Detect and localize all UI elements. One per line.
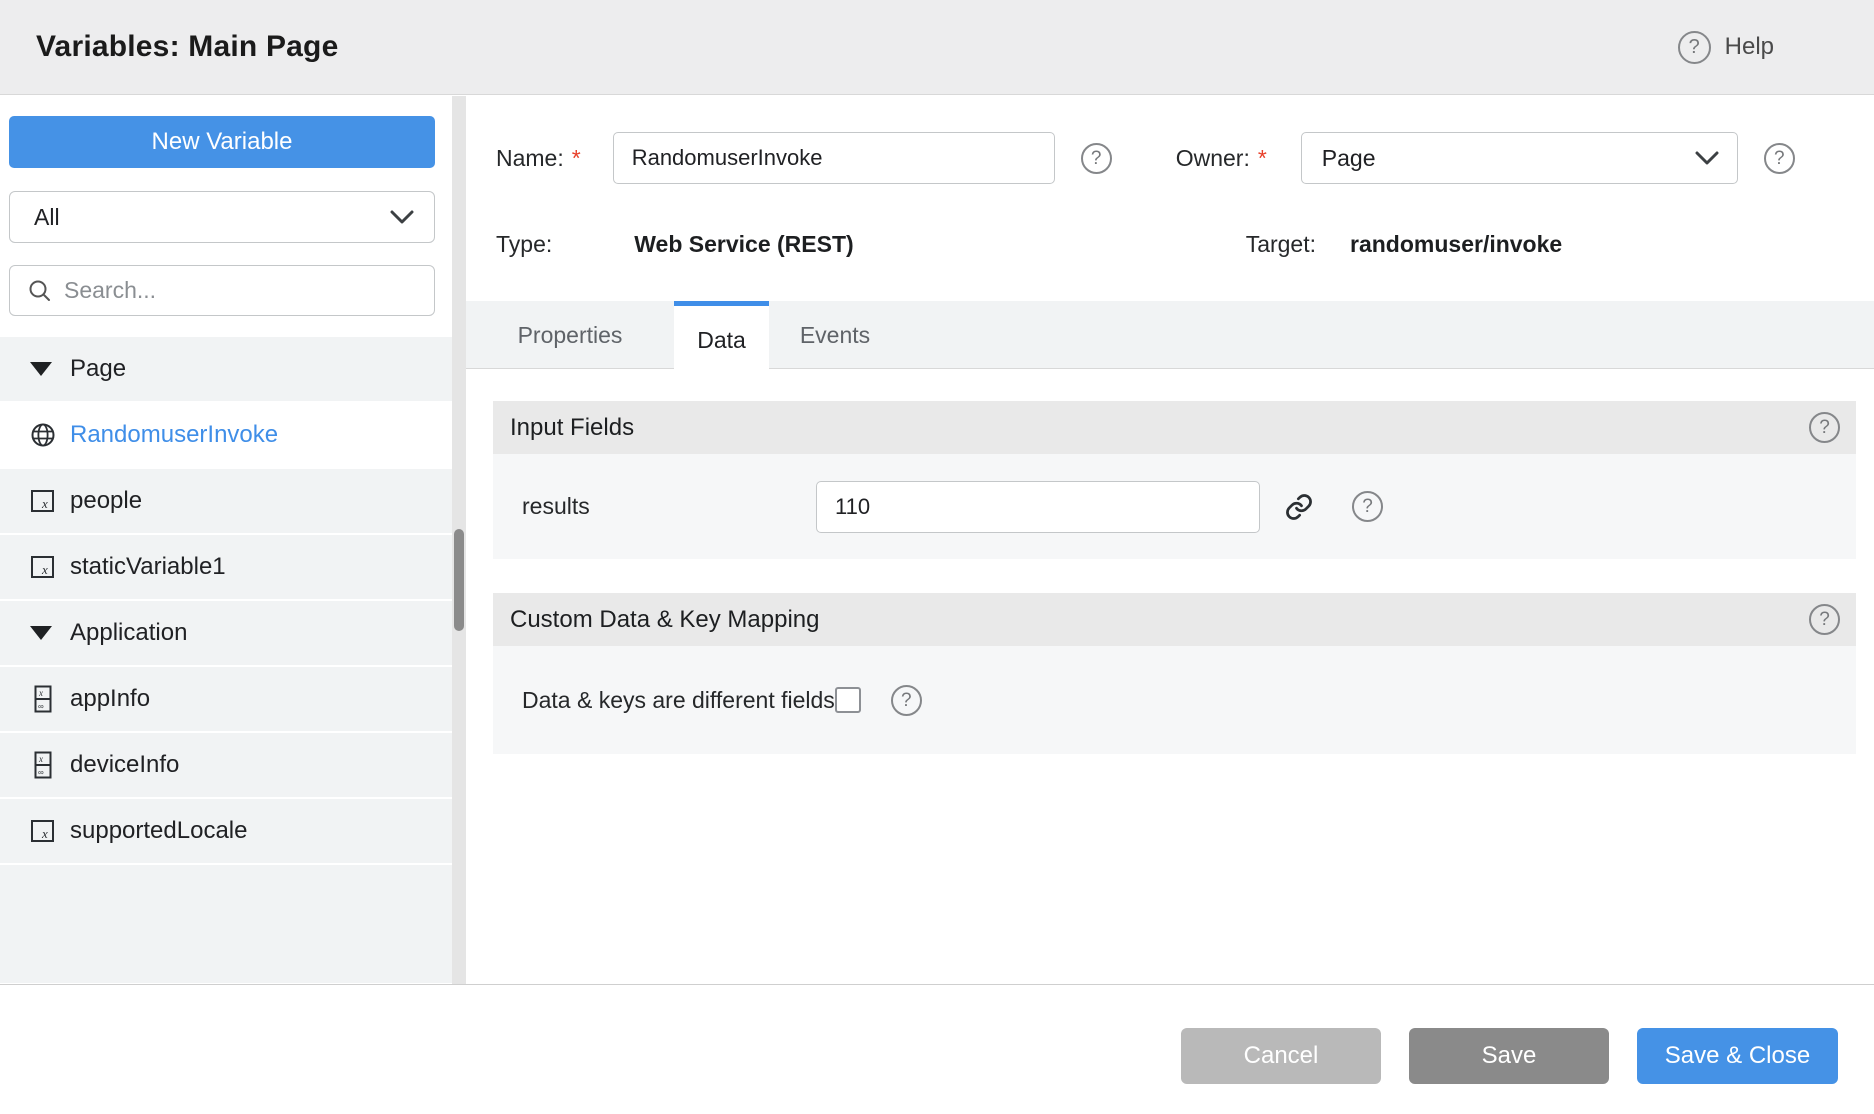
variable-list: Page RandomuserInvoke x people x staticV…: [0, 337, 452, 983]
variable-label: RandomuserInvoke: [70, 421, 279, 448]
variables-sidebar: New Variable All Page: [0, 96, 452, 984]
input-fields-help-icon[interactable]: ?: [1809, 412, 1840, 443]
save-button[interactable]: Save: [1409, 1028, 1609, 1084]
tab-properties[interactable]: Properties: [466, 301, 674, 369]
bind-link-icon[interactable]: [1284, 492, 1314, 522]
results-field-label: results: [522, 493, 590, 519]
custom-mapping-section: Custom Data & Key Mapping ? Data & keys …: [493, 593, 1856, 754]
dialog-footer: Cancel Save Save & Close: [0, 984, 1874, 1114]
system-variable-icon: x ∞: [34, 685, 52, 713]
sidebar-scrollbar-track[interactable]: [452, 96, 466, 984]
owner-value: Page: [1321, 144, 1376, 171]
system-variable-icon: x ∞: [34, 751, 52, 779]
target-value: randomuser/invoke: [1350, 230, 1563, 257]
page-title: Variables: Main Page: [36, 30, 339, 63]
tab-data[interactable]: Data: [674, 301, 769, 374]
custom-mapping-body: Data & keys are different fields ?: [493, 646, 1856, 754]
name-input[interactable]: [612, 132, 1055, 184]
static-variable-icon: x: [31, 820, 54, 842]
variable-label: supportedLocale: [70, 817, 248, 844]
collapse-triangle-icon[interactable]: [30, 362, 52, 376]
owner-label: Owner:: [1175, 144, 1250, 171]
variable-detail-panel: Name: * ? Owner: * Page ? Type: Web Serv…: [466, 96, 1874, 984]
variable-label: staticVariable1: [70, 553, 226, 580]
variables-dialog: Variables: Main Page ? Help New Variable…: [0, 0, 1874, 1114]
static-variable-icon: x: [31, 490, 54, 512]
target-label: Target:: [1245, 230, 1317, 257]
svg-text:x: x: [41, 496, 48, 511]
dialog-body: New Variable All Page: [0, 96, 1874, 984]
detail-tab-strip: Properties Data Events: [466, 301, 1874, 374]
cancel-button[interactable]: Cancel: [1181, 1028, 1381, 1084]
input-fields-header: Input Fields ?: [493, 401, 1856, 454]
variable-label: people: [70, 487, 143, 514]
type-target-row: Type: Web Service (REST) Target: randomu…: [496, 218, 1562, 270]
results-help-icon[interactable]: ?: [1352, 491, 1383, 522]
owner-required-asterisk: *: [1257, 144, 1267, 171]
name-required-asterisk: *: [571, 144, 581, 171]
help-button[interactable]: ? Help: [1677, 30, 1774, 64]
variable-filter-select[interactable]: All: [9, 191, 435, 243]
type-value: Web Service (REST): [634, 230, 854, 257]
svg-text:∞: ∞: [38, 702, 44, 711]
static-variable-icon: x: [31, 556, 54, 578]
tab-events[interactable]: Events: [769, 301, 901, 369]
svg-text:x: x: [38, 688, 43, 698]
results-input[interactable]: [816, 480, 1260, 533]
chevron-down-icon: [390, 210, 414, 223]
dialog-header: Variables: Main Page ? Help: [0, 0, 1874, 95]
search-icon: [29, 280, 50, 301]
custom-mapping-title: Custom Data & Key Mapping: [510, 605, 820, 633]
help-circle-icon: ?: [1677, 30, 1711, 64]
svg-text:∞: ∞: [38, 768, 44, 777]
type-label: Type:: [496, 230, 553, 257]
collapse-triangle-icon[interactable]: [30, 626, 52, 640]
filter-value: All: [34, 203, 60, 230]
name-label: Name:: [496, 144, 564, 171]
sidebar-item-supportedlocale[interactable]: x supportedLocale: [0, 799, 452, 863]
chevron-down-icon: [1695, 151, 1719, 164]
different-fields-checkbox-label: Data & keys are different fields: [522, 686, 835, 713]
owner-help-icon[interactable]: ?: [1763, 142, 1795, 174]
group-label: Application: [70, 619, 188, 646]
input-fields-body: results ?: [493, 454, 1856, 559]
owner-select[interactable]: Page: [1300, 132, 1738, 184]
search-input[interactable]: [64, 277, 404, 304]
sidebar-item-appinfo[interactable]: x ∞ appInfo: [0, 667, 452, 731]
sidebar-scrollbar-thumb[interactable]: [454, 529, 464, 631]
different-fields-help-icon[interactable]: ?: [890, 684, 922, 716]
search-box: [9, 265, 435, 316]
svg-text:x: x: [41, 826, 48, 841]
sidebar-item-staticvariable1[interactable]: x staticVariable1: [0, 535, 452, 599]
sidebar-item-deviceinfo[interactable]: x ∞ deviceInfo: [0, 733, 452, 797]
new-variable-button[interactable]: New Variable: [9, 116, 435, 168]
help-label: Help: [1724, 33, 1774, 60]
name-help-icon[interactable]: ?: [1080, 142, 1112, 174]
name-owner-row: Name: * ? Owner: * Page ?: [496, 132, 1795, 184]
variable-label: appInfo: [70, 685, 151, 712]
sidebar-item-application-group[interactable]: Application: [0, 601, 452, 665]
input-fields-section: Input Fields ? results ?: [493, 401, 1856, 559]
sidebar-item-randomuserinvoke[interactable]: RandomuserInvoke: [0, 403, 452, 467]
svg-text:x: x: [41, 562, 48, 577]
custom-mapping-header: Custom Data & Key Mapping ?: [493, 593, 1856, 646]
list-filler: [0, 865, 452, 983]
web-service-globe-icon: [31, 423, 55, 447]
variable-label: deviceInfo: [70, 751, 180, 778]
sidebar-item-page-group[interactable]: Page: [0, 337, 452, 401]
different-fields-checkbox[interactable]: [834, 687, 861, 713]
custom-mapping-help-icon[interactable]: ?: [1809, 604, 1840, 635]
svg-text:x: x: [38, 754, 43, 764]
input-fields-title: Input Fields: [510, 413, 635, 441]
group-label: Page: [70, 355, 127, 382]
save-and-close-button[interactable]: Save & Close: [1637, 1028, 1838, 1084]
sidebar-item-people[interactable]: x people: [0, 469, 452, 533]
